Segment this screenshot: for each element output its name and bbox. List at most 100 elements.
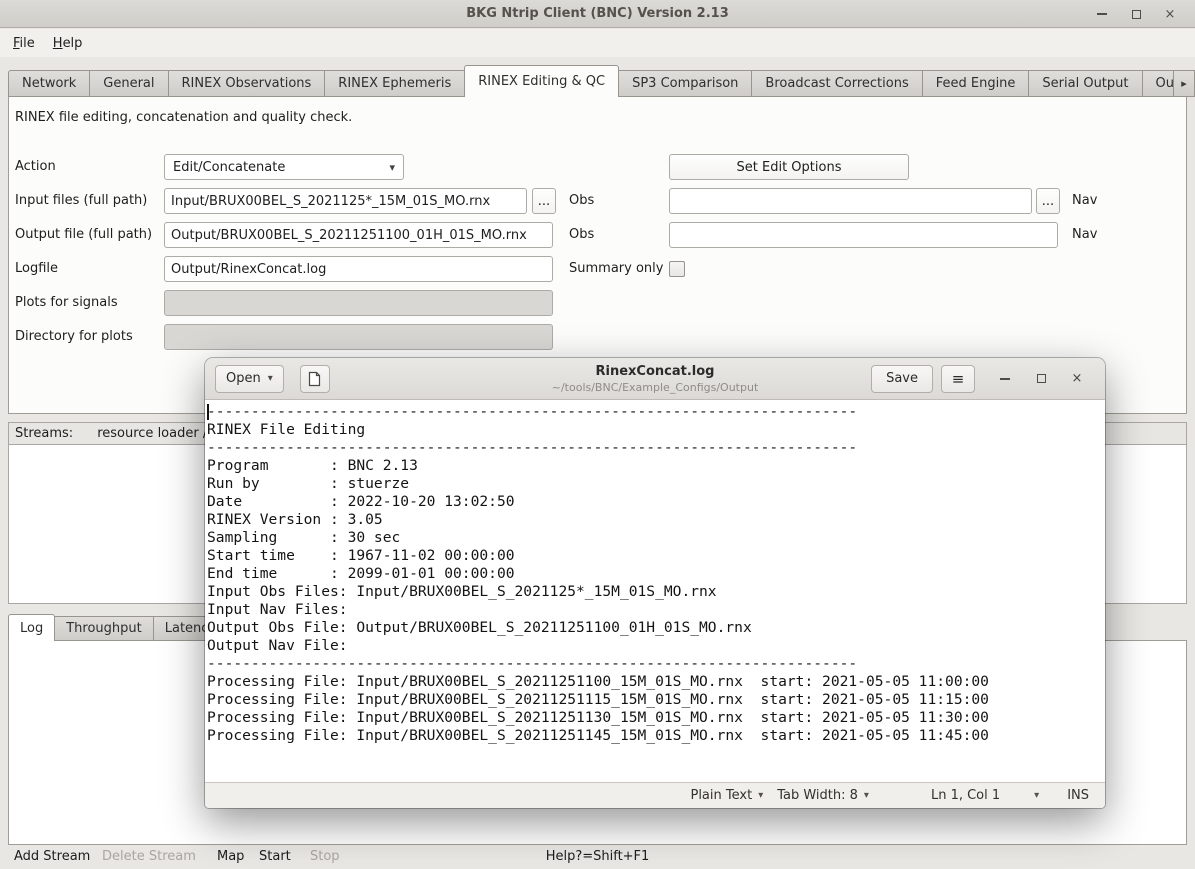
- bnc-main-window: BKG Ntrip Client (BNC) Version 2.13 × Fi…: [0, 0, 1195, 869]
- tab-general[interactable]: General: [89, 70, 168, 97]
- tab-scroll-right-button[interactable]: ▸: [1173, 70, 1195, 97]
- insert-mode-indicator[interactable]: INS: [1067, 788, 1089, 803]
- cursor-position[interactable]: Ln 1, Col 1: [931, 788, 1000, 803]
- streams-label: Streams:: [15, 426, 73, 441]
- output-file-row: Output file (full path) Obs Nav: [9, 222, 1186, 248]
- minimize-button[interactable]: [1085, 0, 1119, 28]
- close-icon: ×: [1072, 371, 1083, 386]
- plots-signals-label: Plots for signals: [15, 290, 118, 316]
- summary-only-label: Summary only: [569, 256, 663, 282]
- menu-help[interactable]: Help: [44, 32, 92, 55]
- tab-sp3-comparison[interactable]: SP3 Comparison: [618, 70, 752, 97]
- window-controls: ×: [1085, 0, 1187, 28]
- input-obs-files-field[interactable]: [164, 188, 527, 214]
- summary-only-checkbox[interactable]: [669, 261, 685, 277]
- titlebar: BKG Ntrip Client (BNC) Version 2.13 ×: [0, 0, 1195, 28]
- action-row: Action Edit/Concatenate ▾ Set Edit Optio…: [9, 154, 1186, 180]
- new-document-icon: [307, 371, 322, 387]
- plots-signals-field: [164, 290, 553, 316]
- input-nav-files-field[interactable]: [669, 188, 1032, 214]
- save-button[interactable]: Save: [871, 365, 933, 393]
- input-files-row: Input files (full path) ... Obs ... Nav: [9, 188, 1186, 214]
- output-nav-file-field[interactable]: [669, 222, 1058, 248]
- logfile-row: Logfile Summary only: [9, 256, 1186, 282]
- bottom-action-bar: Help?=Shift+F1 Add Stream Delete Stream …: [0, 845, 1195, 869]
- editor-statusbar: Plain Text ▾ Tab Width: 8 ▾ Ln 1, Col 1 …: [205, 782, 1105, 808]
- open-button[interactable]: Open ▾: [215, 365, 284, 393]
- plots-directory-field: [164, 324, 553, 350]
- close-button[interactable]: ×: [1153, 0, 1187, 28]
- editor-subtitle: ~/tools/BNC/Example_Configs/Output: [552, 381, 759, 396]
- chevron-down-icon: ▾: [389, 161, 395, 174]
- input-obs-label: Obs: [569, 188, 594, 214]
- add-stream-button[interactable]: Add Stream: [14, 845, 90, 869]
- logfile-field[interactable]: [164, 256, 553, 282]
- editor-minimize-button[interactable]: [987, 365, 1023, 393]
- chevron-down-icon[interactable]: ▾: [1034, 790, 1039, 801]
- tab-feed-engine[interactable]: Feed Engine: [922, 70, 1030, 97]
- plots-signals-row: Plots for signals: [9, 290, 1186, 316]
- plots-directory-row: Directory for plots: [9, 324, 1186, 350]
- menubar: File Help: [0, 29, 1195, 57]
- open-button-label: Open: [226, 371, 261, 386]
- tab-bar: Network General RINEX Observations RINEX…: [0, 64, 1195, 97]
- delete-stream-button: Delete Stream: [102, 845, 196, 869]
- log-file-content[interactable]: ----------------------------------------…: [207, 403, 989, 745]
- tab-rinex-observations[interactable]: RINEX Observations: [168, 70, 326, 97]
- minimize-icon: [1000, 378, 1010, 380]
- output-obs-file-field[interactable]: [164, 222, 553, 248]
- editor-text-area[interactable]: ----------------------------------------…: [205, 400, 1105, 782]
- map-button[interactable]: Map: [217, 845, 244, 869]
- hamburger-menu-button[interactable]: ≡: [941, 365, 975, 393]
- panel-description: RINEX file editing, concatenation and qu…: [15, 110, 352, 125]
- output-file-label: Output file (full path): [15, 222, 152, 248]
- input-nav-browse-button[interactable]: ...: [1036, 188, 1060, 214]
- editor-headerbar: Open ▾ RinexConcat.log ~/tools/BNC/Examp…: [205, 358, 1105, 400]
- editor-maximize-button[interactable]: [1023, 365, 1059, 393]
- output-nav-label: Nav: [1072, 222, 1097, 248]
- tab-network[interactable]: Network: [8, 70, 90, 97]
- editor-title-block: RinexConcat.log ~/tools/BNC/Example_Conf…: [552, 363, 759, 395]
- action-label: Action: [15, 154, 56, 180]
- input-obs-browse-button[interactable]: ...: [532, 188, 556, 214]
- chevron-down-icon: ▾: [864, 790, 869, 801]
- language-selector[interactable]: Plain Text ▾: [690, 788, 763, 803]
- cursor-position-label: Ln 1, Col 1: [931, 788, 1000, 803]
- tab-width-selector[interactable]: Tab Width: 8 ▾: [777, 788, 869, 803]
- tab-log[interactable]: Log: [8, 614, 55, 641]
- menu-file[interactable]: File: [4, 32, 44, 55]
- action-select[interactable]: Edit/Concatenate ▾: [164, 154, 404, 180]
- new-document-button[interactable]: [300, 365, 330, 393]
- tab-rinex-editing-qc[interactable]: RINEX Editing & QC: [464, 65, 619, 97]
- editor-close-button[interactable]: ×: [1059, 365, 1095, 393]
- maximize-icon: [1132, 10, 1141, 19]
- tab-broadcast-corrections[interactable]: Broadcast Corrections: [751, 70, 922, 97]
- editor-title: RinexConcat.log: [552, 363, 759, 381]
- output-obs-label: Obs: [569, 222, 594, 248]
- rinexconcat-log-editor-window: Open ▾ RinexConcat.log ~/tools/BNC/Examp…: [205, 358, 1105, 808]
- editor-header-right: Save ≡ ×: [871, 365, 1095, 393]
- plots-directory-label: Directory for plots: [15, 324, 133, 350]
- bottom-tab-bar: Log Throughput Latency: [8, 614, 228, 641]
- action-selected-value: Edit/Concatenate: [173, 160, 285, 175]
- tab-width-label: Tab Width: 8: [777, 788, 858, 803]
- editor-window-controls: ×: [987, 365, 1095, 393]
- minimize-icon: [1097, 13, 1107, 15]
- chevron-down-icon: ▾: [758, 790, 763, 801]
- language-label: Plain Text: [690, 788, 752, 803]
- tab-rinex-ephemeris[interactable]: RINEX Ephemeris: [324, 70, 465, 97]
- tab-serial-output[interactable]: Serial Output: [1028, 70, 1142, 97]
- tab-throughput[interactable]: Throughput: [54, 616, 154, 641]
- start-button[interactable]: Start: [259, 845, 291, 869]
- input-nav-label: Nav: [1072, 188, 1097, 214]
- hamburger-icon: ≡: [952, 370, 965, 388]
- stop-button: Stop: [310, 845, 340, 869]
- maximize-icon: [1037, 374, 1046, 383]
- chevron-right-icon: ▸: [1181, 77, 1187, 90]
- set-edit-options-button[interactable]: Set Edit Options: [669, 154, 909, 180]
- tab-overflow-truncated[interactable]: Ou: [1142, 70, 1175, 97]
- logfile-label: Logfile: [15, 256, 58, 282]
- input-files-label: Input files (full path): [15, 188, 147, 214]
- window-title: BKG Ntrip Client (BNC) Version 2.13: [466, 6, 729, 21]
- maximize-button[interactable]: [1119, 0, 1153, 28]
